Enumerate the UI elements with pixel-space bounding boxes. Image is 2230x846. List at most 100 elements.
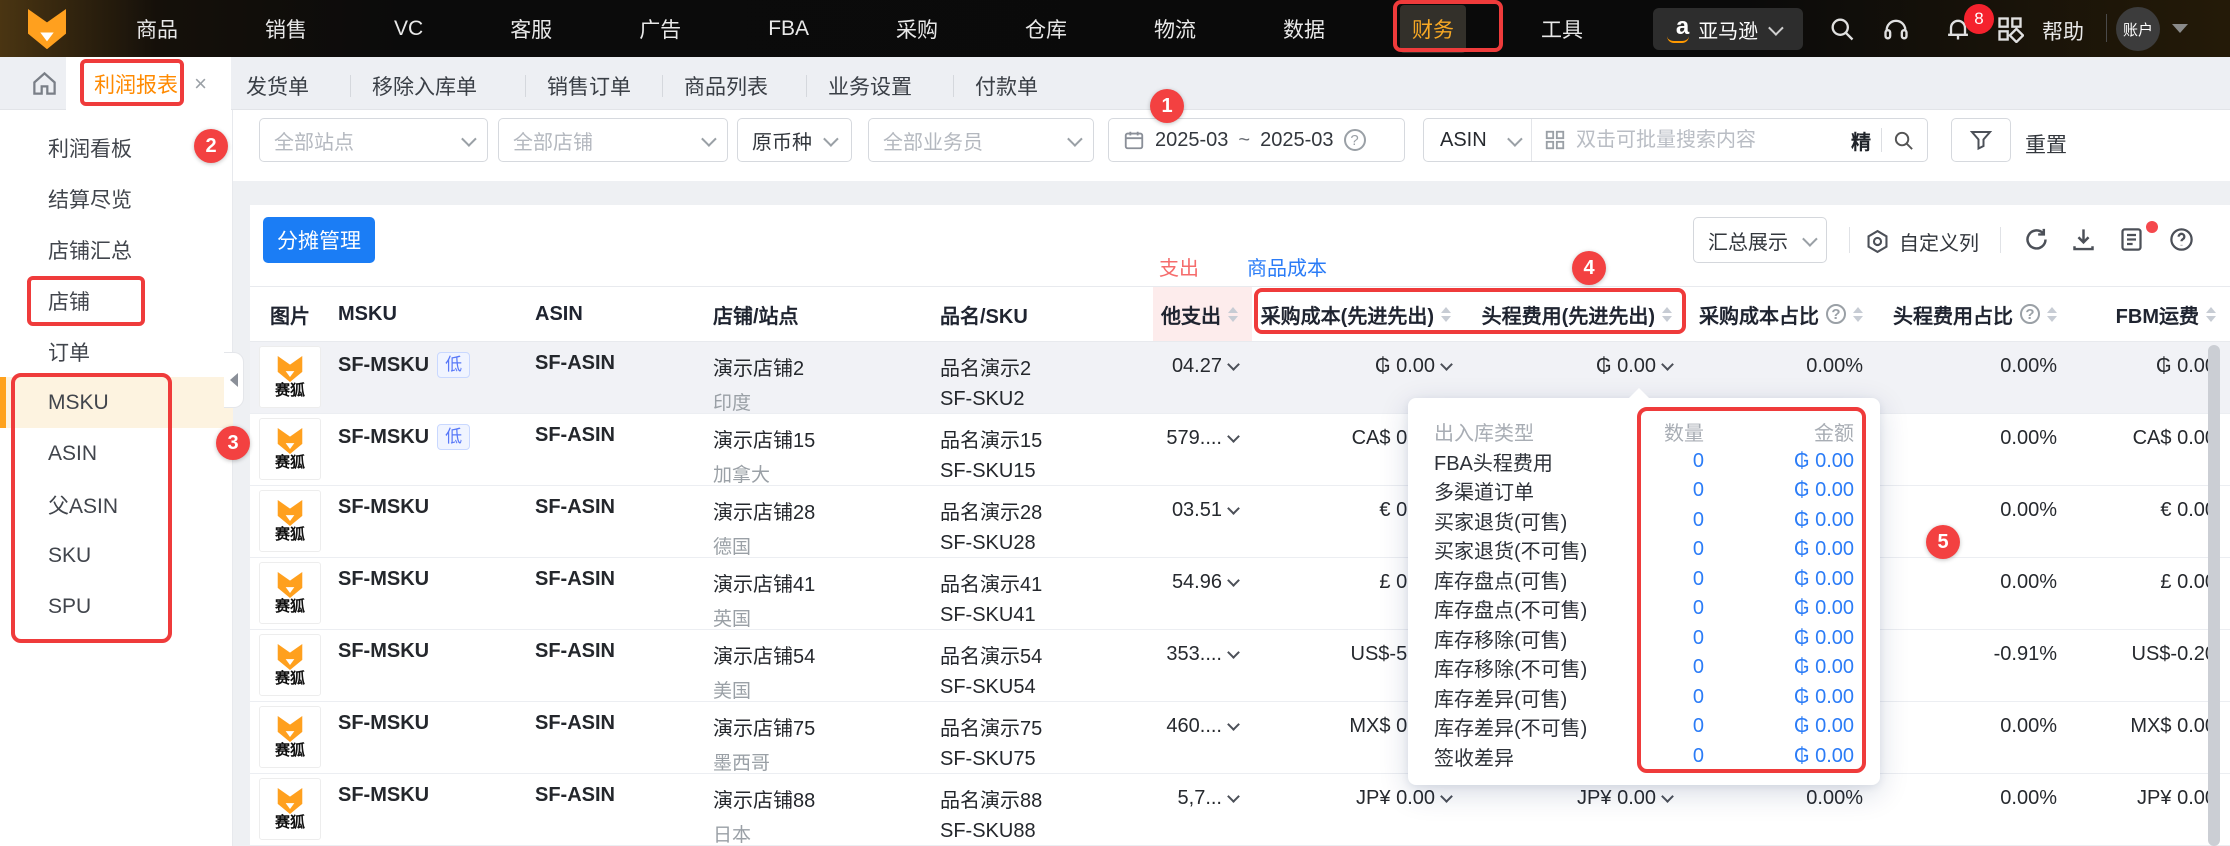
help-circle-icon[interactable]	[2168, 226, 2195, 253]
popup-row-qty[interactable]: 0	[1634, 715, 1704, 738]
tab-close-icon[interactable]: ×	[194, 71, 207, 97]
sort-icon[interactable]	[2206, 306, 2216, 322]
asin-link[interactable]: SF-ASIN	[535, 640, 615, 662]
product-image[interactable]: 赛狐	[259, 634, 321, 696]
popup-row-amount[interactable]: ₲ 0.00	[1704, 627, 1854, 650]
popup-row-qty[interactable]: 0	[1634, 509, 1704, 532]
help-circle-icon[interactable]: ?	[2020, 304, 2040, 324]
apps-grid-icon[interactable]	[1996, 15, 2024, 43]
popup-row-qty[interactable]: 0	[1634, 745, 1704, 768]
expand-chevron-icon[interactable]	[1227, 718, 1240, 731]
popup-row-amount[interactable]: ₲ 0.00	[1704, 509, 1854, 532]
date-range-picker[interactable]: 2025-03 ~ 2025-03 ?	[1108, 118, 1405, 162]
table-row[interactable]: 赛狐 SF-MSKU 低 SF-ASIN 演示店铺15 加拿大 品名演示15 SF-SKU15…	[250, 414, 2230, 486]
sort-icon[interactable]	[1662, 306, 1672, 322]
popup-row-qty[interactable]: 0	[1634, 686, 1704, 709]
nav-item-销售[interactable]: 销售	[253, 5, 319, 53]
sidebar-item-SKU[interactable]: SKU	[0, 530, 233, 581]
tab-发货单[interactable]: 发货单	[246, 71, 309, 101]
table-row[interactable]: 赛狐 SF-MSKU SF-ASIN 演示店铺41 英国 品名演示41 SF-SKU41 54…	[250, 558, 2230, 630]
popup-row-amount[interactable]: ₲ 0.00	[1704, 597, 1854, 620]
sidebar-item-店铺[interactable]: 店铺	[0, 275, 233, 326]
refresh-icon[interactable]	[2023, 226, 2050, 253]
table-row[interactable]: 赛狐 SF-MSKU SF-ASIN 演示店铺75 墨西哥 品名演示75 SF-SKU75 4…	[250, 702, 2230, 774]
shop-select[interactable]: 全部店铺	[498, 118, 728, 162]
expand-chevron-icon[interactable]	[1227, 502, 1240, 515]
marketplace-selector[interactable]: a 亚马逊	[1653, 8, 1803, 50]
asin-link[interactable]: SF-ASIN	[535, 712, 615, 734]
column-header-店铺/站点[interactable]: 店铺/站点	[705, 287, 932, 341]
column-header-MSKU[interactable]: MSKU	[330, 287, 527, 341]
table-row[interactable]: 赛狐 SF-MSKU 低 SF-ASIN 演示店铺2 印度 品名演示2 SF-SKU2 04.2…	[250, 342, 2230, 414]
column-header-图片[interactable]: 图片	[250, 287, 330, 341]
column-header-品名/SKU[interactable]: 品名/SKU	[932, 287, 1153, 341]
account-avatar[interactable]: 账户	[2116, 7, 2160, 51]
popup-row-qty[interactable]: 0	[1634, 538, 1704, 561]
date-help-icon[interactable]: ?	[1343, 129, 1366, 151]
app-logo-fox-icon[interactable]	[28, 9, 66, 50]
popup-row-amount[interactable]: ₲ 0.00	[1704, 715, 1854, 738]
sidebar-item-SPU[interactable]: SPU	[0, 581, 233, 632]
vertical-scrollbar[interactable]	[2208, 345, 2220, 846]
site-select[interactable]: 全部站点	[259, 118, 488, 162]
nav-item-物流[interactable]: 物流	[1142, 5, 1208, 53]
expand-chevron-icon[interactable]	[1440, 358, 1453, 371]
column-header-ASIN[interactable]: ASIN	[527, 287, 705, 341]
column-header-头程费用(先进先出)[interactable]: 头程费用(先进先出)	[1465, 287, 1686, 341]
column-header-FBM运费[interactable]: FBM运费	[2081, 287, 2230, 341]
nav-item-采购[interactable]: 采购	[884, 5, 950, 53]
product-image[interactable]: 赛狐	[259, 418, 321, 480]
nav-item-数据[interactable]: 数据	[1271, 5, 1337, 53]
sort-icon[interactable]	[1441, 306, 1451, 322]
expand-chevron-icon[interactable]	[1227, 790, 1240, 803]
popup-row-amount[interactable]: ₲ 0.00	[1704, 538, 1854, 561]
filter-funnel-button[interactable]	[1951, 118, 2011, 162]
search-input[interactable]	[1576, 128, 1841, 152]
popup-row-qty[interactable]: 0	[1634, 450, 1704, 473]
sidebar-item-MSKU[interactable]: MSKU	[0, 377, 233, 428]
nav-item-广告[interactable]: 广告	[627, 5, 693, 53]
sort-icon[interactable]	[1853, 306, 1863, 322]
tab-付款单[interactable]: 付款单	[975, 71, 1038, 101]
summary-display-select[interactable]: 汇总展示	[1693, 217, 1827, 263]
popup-row-amount[interactable]: ₲ 0.00	[1704, 686, 1854, 709]
expand-chevron-icon[interactable]	[1227, 430, 1240, 443]
sort-icon[interactable]	[2047, 306, 2057, 322]
expand-chevron-icon[interactable]	[1227, 646, 1240, 659]
nav-item-VC[interactable]: VC	[382, 8, 435, 50]
product-image[interactable]: 赛狐	[259, 490, 321, 552]
popup-row-amount[interactable]: ₲ 0.00	[1704, 568, 1854, 591]
expand-chevron-icon[interactable]	[1661, 358, 1674, 371]
popup-row-qty[interactable]: 0	[1634, 479, 1704, 502]
product-image[interactable]: 赛狐	[259, 778, 321, 840]
product-image[interactable]: 赛狐	[259, 562, 321, 624]
column-header-头程费用占比[interactable]: 头程费用占比?	[1887, 287, 2081, 341]
column-header-采购成本(先进先出)[interactable]: 采购成本(先进先出)	[1252, 287, 1465, 341]
asin-link[interactable]: SF-ASIN	[535, 568, 615, 590]
nav-item-客服[interactable]: 客服	[498, 5, 564, 53]
help-link[interactable]: 帮助	[2042, 16, 2084, 46]
column-header-他支出[interactable]: 他支出	[1153, 287, 1252, 341]
sidebar-item-订单[interactable]: 订单	[0, 326, 233, 377]
asin-link[interactable]: SF-ASIN	[535, 352, 615, 374]
nav-item-商品[interactable]: 商品	[124, 5, 190, 53]
popup-row-amount[interactable]: ₲ 0.00	[1704, 450, 1854, 473]
nav-item-工具[interactable]: 工具	[1529, 5, 1595, 53]
popup-row-qty[interactable]: 0	[1634, 568, 1704, 591]
asin-link[interactable]: SF-ASIN	[535, 424, 615, 446]
popup-row-amount[interactable]: ₲ 0.00	[1704, 656, 1854, 679]
asin-link[interactable]: SF-ASIN	[535, 496, 615, 518]
sidebar-item-父ASIN[interactable]: 父ASIN	[0, 479, 233, 530]
product-image[interactable]: 赛狐	[259, 706, 321, 768]
help-circle-icon[interactable]: ?	[1826, 304, 1846, 324]
sort-icon[interactable]	[1228, 306, 1238, 322]
tab-销售订单[interactable]: 销售订单	[547, 71, 631, 101]
currency-select[interactable]: 原币种	[737, 118, 852, 162]
sidebar-item-结算尽览[interactable]: 结算尽览	[0, 173, 233, 224]
sidebar-item-ASIN[interactable]: ASIN	[0, 428, 233, 479]
export-report-icon[interactable]	[2118, 226, 2145, 253]
allocate-manage-button[interactable]: 分摊管理	[263, 217, 375, 263]
popup-row-amount[interactable]: ₲ 0.00	[1704, 745, 1854, 768]
product-image[interactable]: 赛狐	[259, 346, 321, 408]
asin-link[interactable]: SF-ASIN	[535, 784, 615, 806]
